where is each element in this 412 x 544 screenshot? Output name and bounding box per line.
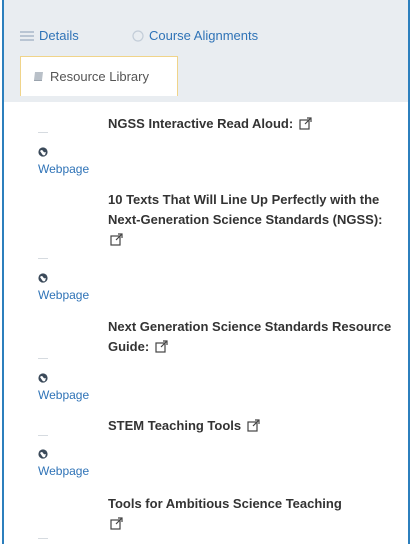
tab-resource-library-label: Resource Library — [50, 69, 149, 84]
resource-link[interactable]: STEM Teaching Tools — [108, 416, 398, 438]
tab-course-alignments-label: Course Alignments — [149, 28, 259, 43]
resource-title: Next Generation Science Standards Resour… — [108, 319, 392, 354]
resource-type: Webpage — [38, 288, 90, 302]
resource-thumbnail — [38, 358, 48, 359]
external-link-icon — [155, 339, 168, 359]
globe-icon — [38, 446, 48, 459]
globe-icon — [38, 144, 48, 157]
tab-details-label: Details — [39, 28, 79, 43]
resource-thumbnail — [38, 258, 48, 259]
book-icon — [33, 71, 45, 82]
resource-link[interactable]: 10 Texts That Will Line Up Perfectly wit… — [108, 190, 398, 252]
resource-link[interactable]: Tools for Ambitious Science Teaching — [108, 494, 398, 536]
resource-title: Tools for Ambitious Science Teaching — [108, 496, 342, 511]
external-link-icon — [110, 232, 123, 252]
globe-icon — [38, 270, 48, 283]
resource-type: Webpage — [38, 162, 90, 176]
resource-thumbnail — [38, 435, 48, 436]
tab-resource-library[interactable]: Resource Library — [20, 56, 178, 96]
external-link-icon — [110, 516, 123, 536]
external-link-icon — [299, 116, 312, 136]
resource-thumbnail — [38, 538, 48, 539]
resource-list: NGSS Interactive Read Aloud: Webpage 10 … — [4, 102, 408, 544]
circle-icon — [132, 29, 144, 42]
resource-type: Webpage — [38, 464, 90, 478]
globe-icon — [38, 370, 48, 383]
resource-panel: Details Course Alignments Resource Libra… — [2, 0, 410, 544]
resource-link[interactable]: NGSS Interactive Read Aloud: — [108, 114, 398, 136]
tab-bar: Details Course Alignments Resource Libra… — [4, 0, 408, 102]
resource-title: 10 Texts That Will Line Up Perfectly wit… — [108, 192, 383, 227]
resource-type: Webpage — [38, 388, 90, 402]
resource-title: STEM Teaching Tools — [108, 418, 242, 433]
resource-title: NGSS Interactive Read Aloud: — [108, 116, 294, 131]
external-link-icon — [247, 418, 260, 438]
list-icon — [20, 30, 34, 41]
tab-course-alignments[interactable]: Course Alignments — [132, 28, 258, 43]
resource-thumbnail — [38, 132, 48, 133]
resource-link[interactable]: Next Generation Science Standards Resour… — [108, 317, 398, 359]
tab-details[interactable]: Details — [20, 28, 79, 43]
